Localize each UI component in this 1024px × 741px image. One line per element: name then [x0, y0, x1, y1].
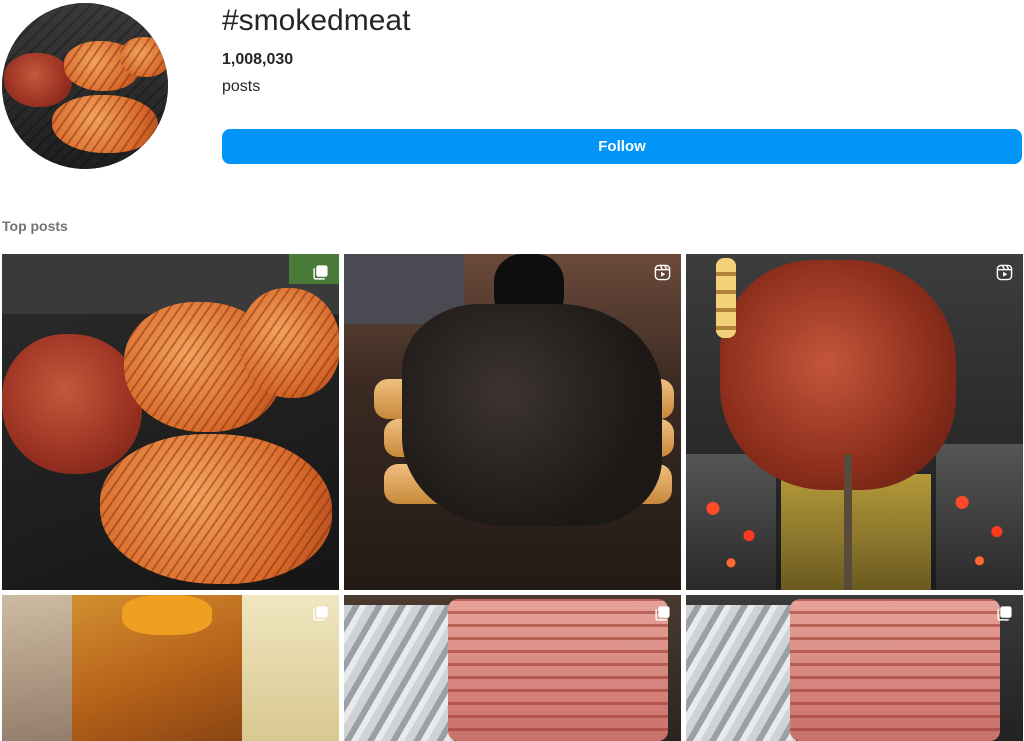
post-count-label: posts — [222, 78, 261, 95]
multi-photo-icon — [312, 264, 329, 281]
follow-button[interactable]: Follow — [222, 129, 1022, 164]
multi-photo-icon — [312, 605, 329, 622]
hashtag-title: #smokedmeat — [222, 4, 411, 37]
top-posts-heading: Top posts — [2, 218, 68, 234]
post-tile[interactable] — [2, 254, 339, 590]
reel-icon — [996, 264, 1013, 281]
post-tile[interactable] — [2, 595, 339, 741]
post-tile[interactable] — [686, 595, 1023, 741]
post-tile[interactable] — [686, 254, 1023, 590]
post-tile[interactable] — [344, 254, 681, 590]
hashtag-avatar — [2, 3, 168, 169]
multi-photo-icon — [996, 605, 1013, 622]
post-tile[interactable] — [344, 595, 681, 741]
reel-icon — [654, 264, 671, 281]
multi-photo-icon — [654, 605, 671, 622]
post-count: 1,008,030 — [222, 51, 294, 68]
